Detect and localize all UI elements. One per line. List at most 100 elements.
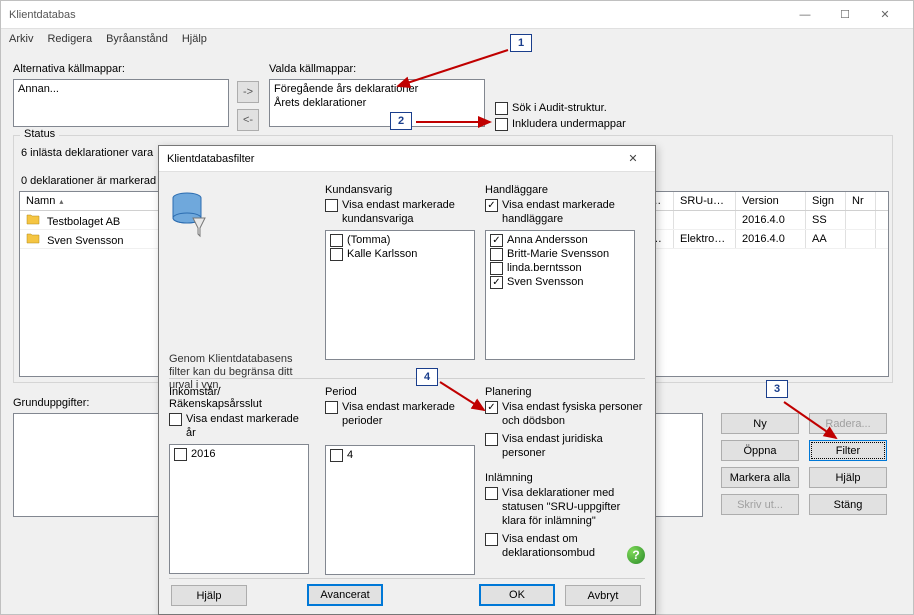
status-line2: 0 deklarationer är markerad (21, 175, 156, 187)
checkbox-icon (495, 118, 508, 131)
handl-item[interactable]: Britt-Marie Svensson (490, 247, 630, 261)
grund-label: Grunduppgifter: (13, 397, 89, 409)
handl-label: Handläggare (485, 184, 635, 196)
checkbox-icon (490, 262, 503, 275)
inl-omb-chk[interactable]: Visa endast om deklarationsombud (485, 532, 645, 560)
col-sign[interactable]: Sign (806, 192, 846, 210)
kund-section: Kundansvarig Visa endast markerade kunda… (325, 184, 475, 360)
dialog-buttons-left: Hjälp (171, 585, 247, 606)
dialog-close-button[interactable]: ✕ (619, 152, 647, 165)
handl-item[interactable]: linda.berntsson (490, 261, 630, 275)
plan-label: Planering (485, 386, 645, 398)
titlebar: Klientdatabas — ☐ ✕ (1, 1, 913, 29)
checkbox-icon (495, 102, 508, 115)
checkbox-icon (485, 533, 498, 546)
folder-icon (26, 232, 40, 244)
arrow-2-icon (414, 116, 494, 130)
plan-jur-chk[interactable]: Visa endast juridiska personer (485, 432, 645, 460)
checkbox-icon (330, 449, 343, 462)
handl-show-chk[interactable]: Visa endast markerade handläggare (485, 198, 635, 226)
markera-button[interactable]: Markera alla (721, 467, 799, 488)
sel-label: Valda källmappar: (269, 63, 356, 75)
plan-section: Planering Visa endast fysiska personer o… (485, 386, 645, 560)
dialog-title: Klientdatabasfilter (167, 153, 619, 165)
arrow-1-icon (390, 46, 510, 92)
checkbox-icon (330, 248, 343, 261)
per-item[interactable]: 4 (330, 448, 470, 462)
col-nr[interactable]: Nr (846, 192, 876, 210)
chk-audit[interactable]: Sök i Audit-struktur. (495, 101, 607, 115)
ink-section: Inkomstår/ Räkenskapsårsslut Visa endast… (169, 386, 309, 574)
handl-section: Handläggare Visa endast markerade handlä… (485, 184, 635, 360)
oppna-button[interactable]: Öppna (721, 440, 799, 461)
chk-include[interactable]: Inkludera undermappar (495, 117, 626, 131)
checkbox-icon (490, 276, 503, 289)
hjalp-button[interactable]: Hjälp (809, 467, 887, 488)
filter-button[interactable]: Filter (809, 440, 887, 461)
col-version[interactable]: Version (736, 192, 806, 210)
col-sru[interactable]: SRU-upp... (674, 192, 736, 210)
checkbox-icon (485, 199, 498, 212)
ink-list[interactable]: 2016 (169, 444, 309, 574)
help-icon[interactable]: ? (627, 546, 645, 564)
inl-label: Inlämning (485, 472, 645, 484)
menu-byraanstand[interactable]: Byråanstånd (106, 33, 168, 45)
dialog-advanced-button[interactable]: Avancerat (307, 584, 383, 606)
callout-1: 1 (510, 34, 532, 52)
inl-sru-chk[interactable]: Visa deklarationer med statusen "SRU-upp… (485, 486, 645, 528)
move-right-button[interactable]: -> (237, 81, 259, 103)
folder-icon (26, 213, 40, 225)
dialog-left-panel: Genom Klientdatabasens filter kan du beg… (169, 190, 309, 392)
per-section: Period Visa endast markerade perioder 4 (325, 386, 475, 575)
plan-fys-chk[interactable]: Visa endast fysiska personer och dödsbon (485, 400, 645, 428)
dialog-help-button[interactable]: Hjälp (171, 585, 247, 606)
checkbox-icon (490, 248, 503, 261)
alt-item[interactable]: Annan... (18, 82, 224, 96)
callout-4: 4 (416, 368, 438, 386)
window-title: Klientdatabas (9, 9, 785, 21)
dialog-cancel-button[interactable]: Avbryt (565, 585, 641, 606)
dialog-ok-button[interactable]: OK (479, 584, 555, 606)
checkbox-icon (325, 401, 338, 414)
arrow-3-icon (782, 400, 842, 442)
status-label: Status (20, 128, 59, 140)
status-line1: 6 inlästa deklarationer vara (21, 147, 153, 159)
handl-list[interactable]: Anna Andersson Britt-Marie Svensson lind… (485, 230, 635, 360)
kund-show-chk[interactable]: Visa endast markerade kundansvariga (325, 198, 475, 226)
handl-item[interactable]: Sven Svensson (490, 275, 630, 289)
menu-hjalp[interactable]: Hjälp (182, 33, 207, 45)
close-button[interactable]: ✕ (865, 3, 905, 27)
divider (169, 578, 645, 579)
kund-label: Kundansvarig (325, 184, 475, 196)
arrow-4-icon (438, 380, 488, 414)
database-filter-icon (169, 190, 209, 240)
kund-list[interactable]: (Tomma) Kalle Karlsson (325, 230, 475, 360)
handl-item[interactable]: Anna Andersson (490, 233, 630, 247)
kund-item[interactable]: Kalle Karlsson (330, 247, 470, 261)
kund-item[interactable]: (Tomma) (330, 233, 470, 247)
ink-label: Inkomstår/ Räkenskapsårsslut (169, 386, 309, 410)
menu-arkiv[interactable]: Arkiv (9, 33, 33, 45)
menu-redigera[interactable]: Redigera (47, 33, 92, 45)
dialog-titlebar: Klientdatabasfilter ✕ (159, 146, 655, 172)
checkbox-icon (490, 234, 503, 247)
ink-item[interactable]: 2016 (174, 447, 304, 461)
stang-button[interactable]: Stäng (809, 494, 887, 515)
move-left-button[interactable]: <- (237, 109, 259, 131)
callout-3: 3 (766, 380, 788, 398)
checkbox-icon (485, 487, 498, 500)
callout-2: 2 (390, 112, 412, 130)
alt-label: Alternativa källmappar: (13, 63, 125, 75)
alt-listbox[interactable]: Annan... (13, 79, 229, 127)
checkbox-icon (330, 234, 343, 247)
chk-include-label: Inkludera undermappar (512, 117, 626, 131)
minimize-button[interactable]: — (785, 3, 825, 27)
checkbox-icon (169, 413, 182, 426)
ink-show-chk[interactable]: Visa endast markerade år (169, 412, 309, 440)
per-list[interactable]: 4 (325, 445, 475, 575)
skriv-button[interactable]: Skriv ut... (721, 494, 799, 515)
window-buttons: — ☐ ✕ (785, 3, 905, 27)
sel-item-1[interactable]: Årets deklarationer (274, 96, 480, 110)
maximize-button[interactable]: ☐ (825, 3, 865, 27)
filter-dialog: Klientdatabasfilter ✕ Genom Klientdataba… (158, 145, 656, 615)
